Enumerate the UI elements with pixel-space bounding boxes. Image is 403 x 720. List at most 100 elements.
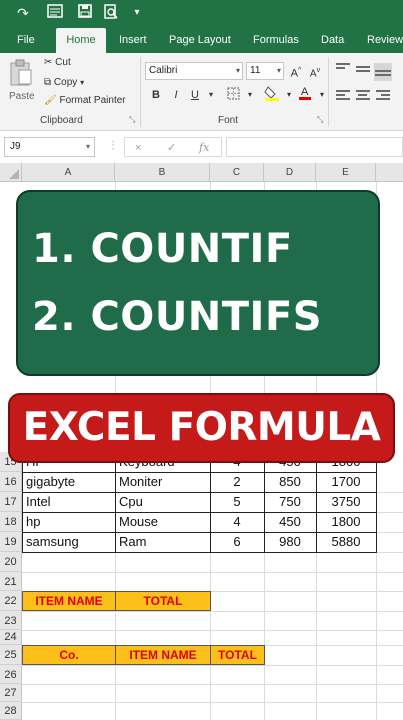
grid-line: [22, 630, 403, 631]
ribbon-tabs: File Home Insert Page Layout Formulas Da…: [0, 28, 403, 53]
tab-file[interactable]: File: [17, 28, 35, 53]
column-header-a[interactable]: A: [22, 163, 115, 182]
align-left-icon[interactable]: [336, 90, 350, 102]
data-table-border: [264, 452, 265, 553]
fill-color-icon[interactable]: [264, 85, 280, 101]
cut-button[interactable]: ✂ Cut: [44, 57, 71, 68]
svg-text:A: A: [301, 86, 309, 98]
chevron-down-icon[interactable]: ▾: [281, 87, 297, 103]
align-middle-icon[interactable]: [356, 66, 370, 78]
row-header[interactable]: 27: [0, 684, 22, 702]
grid-line: [22, 665, 403, 666]
chevron-down-icon: ▾: [80, 78, 85, 87]
tab-page-layout[interactable]: Page Layout: [169, 28, 231, 53]
title-line-countif: 1. COUNTIF: [32, 226, 293, 272]
column-header-f[interactable]: [376, 163, 403, 182]
column-header-d[interactable]: D: [264, 163, 316, 182]
excel-formula-banner: EXCEL FORMULA: [8, 393, 395, 463]
cell-c25-total-header[interactable]: TOTAL: [210, 645, 265, 665]
tab-insert[interactable]: Insert: [119, 28, 147, 53]
column-header-e[interactable]: E: [316, 163, 376, 182]
copy-icon: ⧉: [44, 77, 52, 88]
data-table-border: [22, 492, 377, 493]
title-bar: ↷ ▾: [0, 0, 403, 28]
row-header[interactable]: 26: [0, 665, 22, 684]
name-box-value: J9: [10, 141, 21, 152]
data-table-border: [22, 452, 377, 553]
underline-button[interactable]: U: [187, 87, 203, 103]
row-header[interactable]: 20: [0, 552, 22, 572]
copy-button[interactable]: ⧉ Copy ▾: [44, 77, 84, 88]
row-header[interactable]: 21: [0, 572, 22, 591]
row-header[interactable]: 17: [0, 492, 22, 512]
name-box[interactable]: J9 ▾: [4, 137, 95, 157]
font-color-icon[interactable]: A: [297, 84, 313, 100]
cancel-icon[interactable]: ×: [135, 138, 141, 158]
data-table-border: [210, 452, 211, 553]
scissors-icon: ✂: [44, 57, 53, 68]
data-table-border: [115, 452, 116, 553]
grid-line: [22, 611, 403, 612]
cell-a22-item-name-header[interactable]: ITEM NAME: [22, 591, 116, 611]
cell-b25-item-name-header[interactable]: ITEM NAME: [115, 645, 211, 665]
column-header-b[interactable]: B: [115, 163, 210, 182]
grow-font-icon[interactable]: A^: [288, 63, 304, 80]
paste-label: Paste: [9, 91, 35, 102]
ribbon: Paste ✂ Cut ⧉ Copy ▾ 🖌 Format Painter Cl…: [0, 53, 403, 131]
row-header[interactable]: 23: [0, 611, 22, 630]
bold-button[interactable]: B: [148, 87, 164, 103]
paste-icon: [10, 59, 32, 86]
tab-formulas[interactable]: Formulas: [253, 28, 299, 53]
cell-a25-co-header[interactable]: Co.: [22, 645, 116, 665]
align-center-icon[interactable]: [356, 90, 370, 102]
formula-bar: J9 ▾ ⋮ × ✓ fx: [0, 131, 403, 163]
shrink-font-icon[interactable]: Av: [307, 63, 323, 79]
align-bottom-icon[interactable]: [374, 63, 392, 81]
more-icon: ⋮: [108, 140, 118, 151]
row-header[interactable]: 16: [0, 472, 22, 492]
select-all-corner[interactable]: [0, 163, 22, 182]
font-size-select[interactable]: 11 ▾: [246, 62, 284, 80]
format-painter-label: Format Painter: [59, 95, 126, 106]
row-header[interactable]: 22: [0, 591, 22, 611]
cell-b22-total-header[interactable]: TOTAL: [115, 591, 211, 611]
tab-home[interactable]: Home: [56, 28, 106, 53]
cut-label: Cut: [55, 57, 71, 68]
row-header[interactable]: 19: [0, 532, 22, 552]
enter-icon[interactable]: ✓: [167, 138, 176, 158]
customize-icon[interactable]: ▾: [128, 4, 146, 22]
print-preview-icon[interactable]: [102, 4, 120, 22]
tab-review[interactable]: Review: [367, 28, 403, 53]
paste-button[interactable]: Paste: [6, 57, 36, 109]
format-painter-button[interactable]: 🖌 Format Painter: [44, 95, 126, 106]
column-header-c[interactable]: C: [210, 163, 264, 182]
clipboard-launcher-icon[interactable]: ⤡: [129, 115, 135, 125]
save-icon[interactable]: [76, 4, 94, 22]
row-header[interactable]: 25: [0, 645, 22, 665]
row-header[interactable]: 18: [0, 512, 22, 532]
row-header[interactable]: 28: [0, 702, 22, 720]
tab-data[interactable]: Data: [321, 28, 344, 53]
chevron-down-icon[interactable]: ▾: [203, 87, 219, 103]
font-group-label: Font: [218, 115, 239, 126]
title-card: 1. COUNTIF 2. COUNTIFS: [16, 190, 380, 376]
redo-icon[interactable]: ↷: [14, 4, 32, 22]
group-separator: [328, 57, 329, 127]
form-icon[interactable]: [46, 4, 64, 22]
font-launcher-icon[interactable]: ⤡: [317, 115, 323, 125]
align-right-icon[interactable]: [376, 90, 390, 102]
excel-window: ↷ ▾ File Home Insert Page Layout Formula…: [0, 0, 403, 720]
chevron-down-icon[interactable]: ▾: [242, 87, 258, 103]
insert-function-icon[interactable]: fx: [199, 138, 209, 158]
font-name-value: Calibri: [149, 65, 178, 76]
formula-buttons: × ✓ fx: [124, 137, 222, 157]
align-top-icon[interactable]: [336, 63, 350, 75]
group-separator: [140, 57, 141, 127]
italic-button[interactable]: I: [168, 87, 184, 103]
brush-icon: 🖌: [44, 95, 57, 106]
formula-input[interactable]: [226, 137, 403, 157]
grid-line: [22, 572, 403, 573]
borders-icon[interactable]: [225, 87, 241, 103]
row-header[interactable]: 24: [0, 630, 22, 645]
font-name-select[interactable]: Calibri ▾: [145, 62, 243, 80]
